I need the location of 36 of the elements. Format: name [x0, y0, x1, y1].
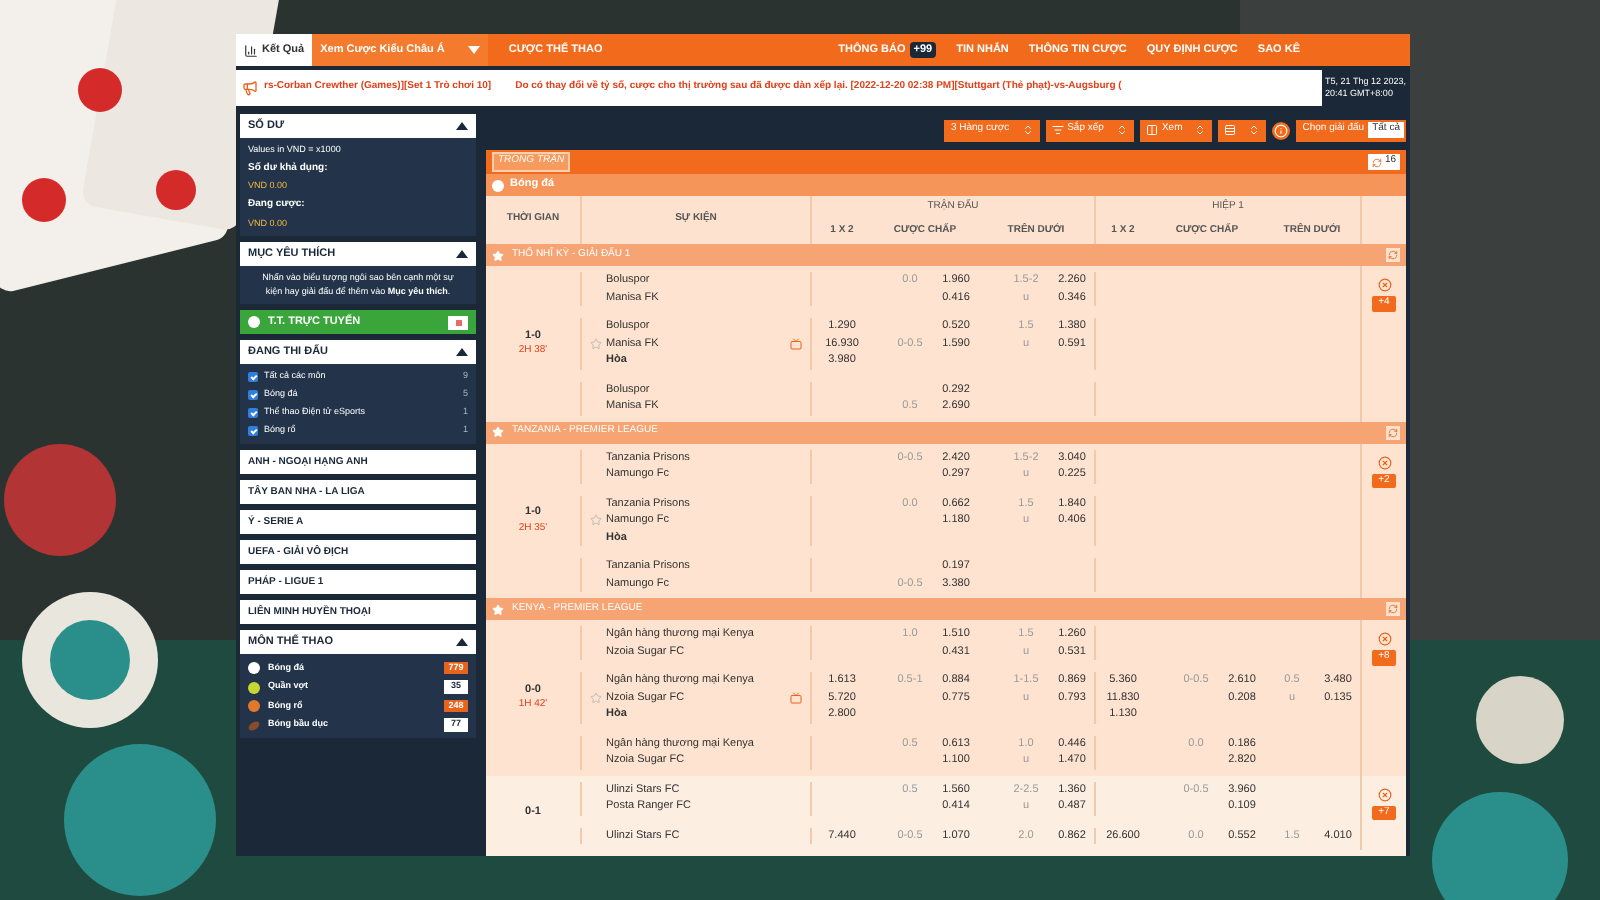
checkbox[interactable]: [248, 426, 258, 437]
soccer-ball-icon: [248, 316, 260, 329]
megaphone-icon: [242, 80, 258, 96]
close-icon[interactable]: [1377, 632, 1391, 646]
tennis-ball-icon: [248, 681, 260, 693]
close-icon[interactable]: [1377, 455, 1391, 469]
soccer-ball-icon: [248, 662, 260, 674]
favorite-star-icon[interactable]: [590, 337, 602, 350]
collapse-icon: [456, 638, 468, 647]
favorite-star-icon[interactable]: [590, 691, 602, 704]
checkbox[interactable]: [248, 390, 258, 401]
collapse-icon: [456, 122, 468, 130]
refresh-icon: [1372, 157, 1383, 167]
basketball-icon: [248, 700, 260, 712]
collapse-icon: [456, 348, 468, 357]
refresh-icon[interactable]: [1386, 425, 1400, 439]
rows-icon: [1224, 124, 1237, 136]
close-icon[interactable]: [1377, 787, 1391, 801]
tv-icon[interactable]: [790, 337, 802, 350]
refresh-icon[interactable]: [1386, 602, 1400, 616]
live-toggle[interactable]: [448, 315, 468, 330]
toolbar-select[interactable]: [1218, 119, 1267, 141]
favorite-star-icon[interactable]: [590, 514, 602, 527]
filter-icon: [1051, 124, 1064, 136]
info-icon[interactable]: [1272, 121, 1291, 139]
soccer-ball-icon: [492, 179, 504, 191]
close-icon[interactable]: [1377, 278, 1391, 292]
tv-icon[interactable]: [790, 691, 802, 704]
collapse-icon: [456, 250, 468, 259]
chart-icon: [244, 43, 258, 57]
rugby-ball-icon: [248, 719, 260, 731]
caret-icon: [468, 46, 481, 54]
refresh-icon[interactable]: [1386, 248, 1400, 262]
columns-icon: [1145, 124, 1158, 136]
checkbox[interactable]: [248, 372, 258, 383]
checkbox[interactable]: [248, 408, 258, 419]
